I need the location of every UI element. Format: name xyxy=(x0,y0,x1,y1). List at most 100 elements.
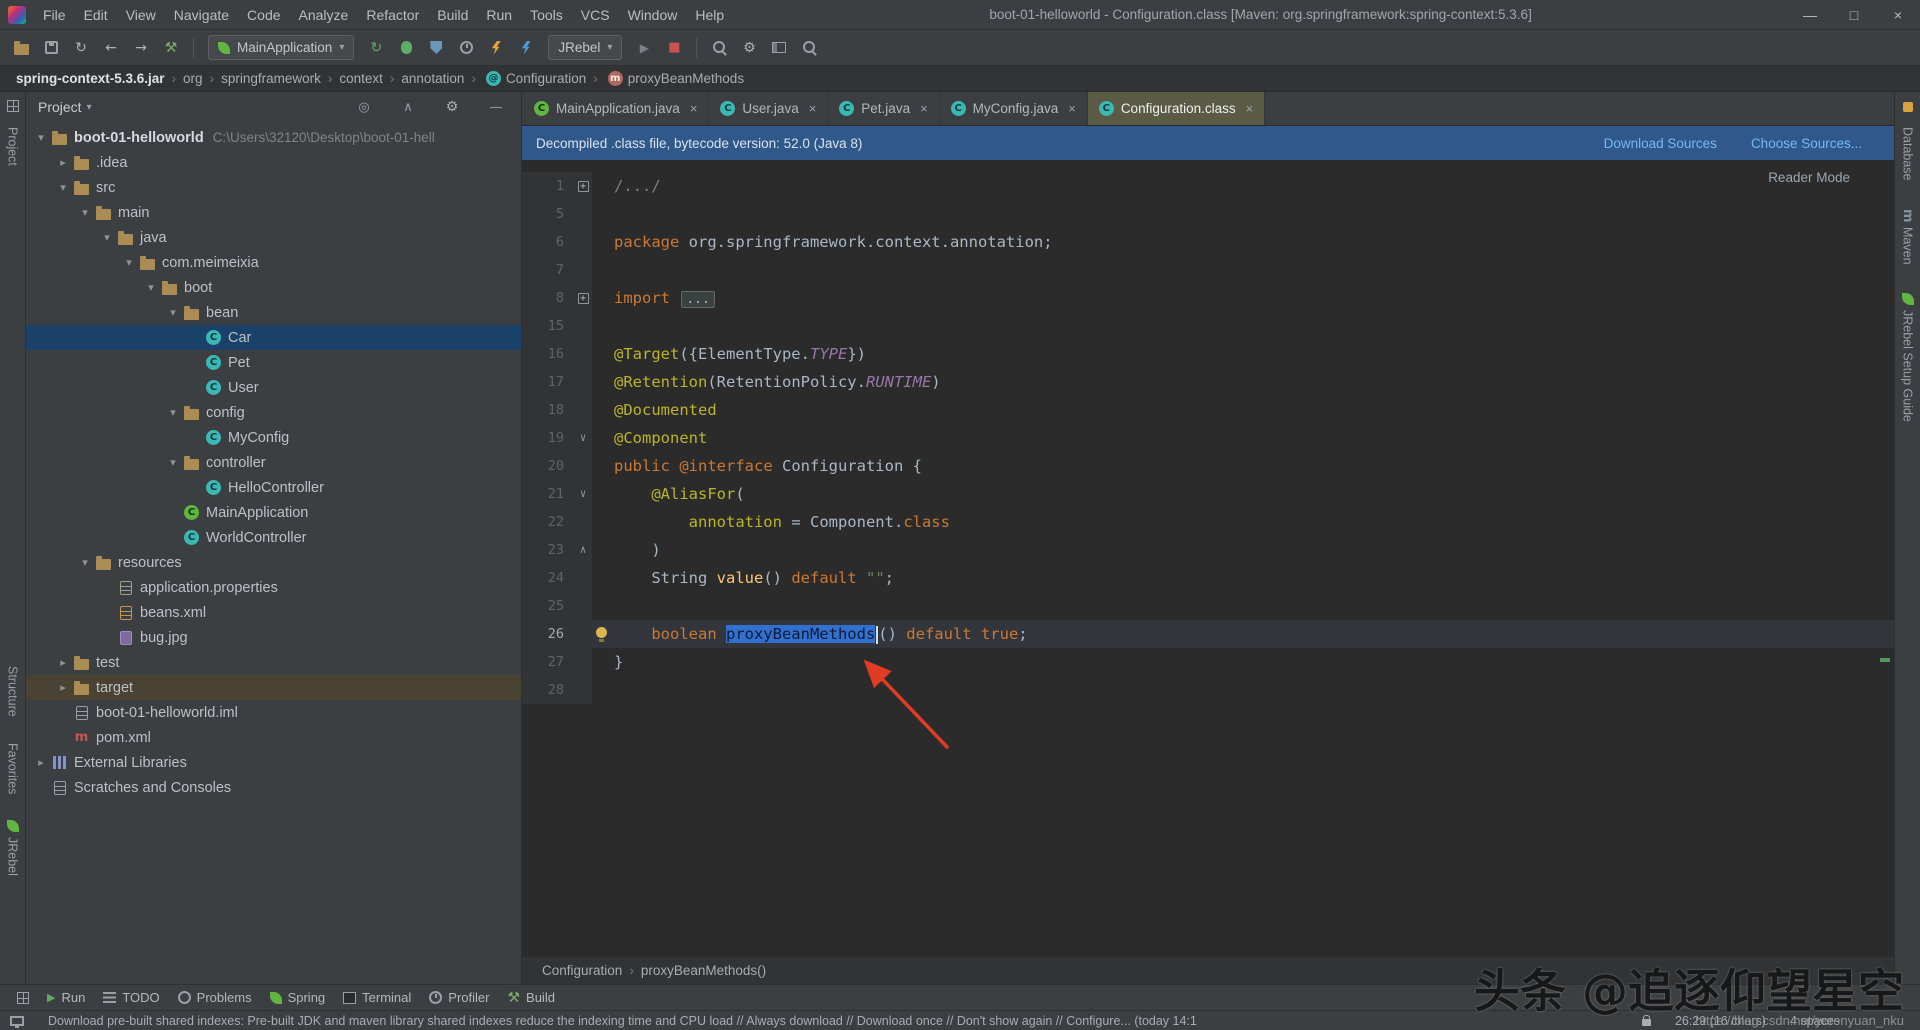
tree-item-main[interactable]: ▾ main xyxy=(26,200,521,225)
chevron-right-icon[interactable]: ▸ xyxy=(32,756,50,769)
line-number[interactable]: 28 xyxy=(522,676,574,704)
tree-item-myconfig[interactable]: C MyConfig xyxy=(26,425,521,450)
wrench-button[interactable]: ⚙ xyxy=(735,35,763,61)
tree-item-src[interactable]: ▾ src xyxy=(26,175,521,200)
chevron-down-icon[interactable]: ▾ xyxy=(32,131,50,144)
tree-item-bean[interactable]: ▾ bean xyxy=(26,300,521,325)
chevron-down-icon[interactable]: ▾ xyxy=(164,456,182,469)
chevron-down-icon[interactable]: ▾ xyxy=(142,281,160,294)
tree-item-boot-01-helloworld[interactable]: ▾ boot-01-helloworld C:\Users\32120\Deskto… xyxy=(26,125,521,150)
events-button[interactable] xyxy=(1902,99,1913,117)
intention-bulb-icon[interactable] xyxy=(596,627,607,642)
collapse-button[interactable]: ∧ xyxy=(394,94,422,120)
line-number[interactable]: 1 xyxy=(522,172,574,200)
fold-marker[interactable]: ∧ xyxy=(574,536,592,564)
reader-mode-link[interactable]: Reader Mode xyxy=(1768,170,1850,185)
tree-item-scratches-and-consoles[interactable]: Scratches and Consoles xyxy=(26,775,521,800)
search-button[interactable] xyxy=(795,35,823,61)
tool-window-switcher-button[interactable] xyxy=(8,985,38,1010)
fold-marker[interactable]: ∨ xyxy=(574,424,592,452)
jrebel-combo[interactable]: JRebel ▾ xyxy=(548,35,623,60)
settings-button[interactable]: ⚙ xyxy=(438,94,466,120)
coverage-button[interactable] xyxy=(422,35,450,61)
tree-item-com-meimeixia[interactable]: ▾ com.meimeixia xyxy=(26,250,521,275)
breadcrumb-item-spring-context-5-3-6-jar[interactable]: spring-context-5.3.6.jar xyxy=(14,71,167,86)
event-log-icon[interactable] xyxy=(10,1015,24,1028)
line-number[interactable]: 17 xyxy=(522,368,574,396)
stripe-tab-structure[interactable]: Structure xyxy=(6,666,20,717)
minimize-button[interactable]: — xyxy=(1788,0,1832,29)
line-number[interactable]: 23 xyxy=(522,536,574,564)
tree-item-test[interactable]: ▸ test xyxy=(26,650,521,675)
stripe-tab-jrebel-setup-guide[interactable]: JRebel Setup Guide xyxy=(1901,292,1915,421)
tool-run[interactable]: ▶ Run xyxy=(38,985,94,1010)
menu-window[interactable]: Window xyxy=(619,0,687,30)
fold-marker[interactable]: + xyxy=(574,284,592,312)
fold-marker[interactable]: ∨ xyxy=(574,480,592,508)
line-number[interactable]: 22 xyxy=(522,508,574,536)
tree-item-application-properties[interactable]: application.properties xyxy=(26,575,521,600)
tree-item-resources[interactable]: ▾ resources xyxy=(26,550,521,575)
menu-help[interactable]: Help xyxy=(686,0,733,30)
tree-item-target[interactable]: ▸ target xyxy=(26,675,521,700)
stripe-tab-project[interactable]: Project xyxy=(6,127,20,166)
line-number[interactable]: 16 xyxy=(522,340,574,368)
open-project-button[interactable] xyxy=(7,35,35,61)
line-number[interactable]: 6 xyxy=(522,228,574,256)
jrebel-run-button[interactable] xyxy=(482,35,510,61)
code-editor[interactable]: 1 +/.../5 6 package org.springframework.con… xyxy=(522,160,1894,956)
line-number[interactable]: 27 xyxy=(522,648,574,676)
close-button[interactable]: × xyxy=(1876,0,1920,29)
editor-breadcrumb-proxybeanmethods[interactable]: proxyBeanMethods() xyxy=(639,963,768,978)
tab-user-java[interactable]: C User.java × xyxy=(709,92,829,125)
tool-terminal[interactable]: Terminal xyxy=(334,985,420,1010)
debug-button[interactable] xyxy=(392,35,420,61)
tab-mainapplication-java[interactable]: C MainApplication.java × xyxy=(523,92,710,125)
tree-item-beans-xml[interactable]: beans.xml xyxy=(26,600,521,625)
line-number[interactable]: 19 xyxy=(522,424,574,452)
breadcrumb-item-annotation[interactable]: annotation xyxy=(399,71,466,86)
tool-todo[interactable]: TODO xyxy=(94,985,168,1010)
menu-tools[interactable]: Tools xyxy=(521,0,572,30)
find-button[interactable] xyxy=(705,35,733,61)
menu-vcs[interactable]: VCS xyxy=(572,0,619,30)
locate-button[interactable]: ◎ xyxy=(350,94,378,120)
jrebel-debug-button[interactable] xyxy=(512,35,540,61)
tree-item-hellocontroller[interactable]: C HelloController xyxy=(26,475,521,500)
breadcrumb-item-org[interactable]: org xyxy=(181,71,205,86)
close-icon[interactable]: × xyxy=(920,101,928,116)
menu-refactor[interactable]: Refactor xyxy=(357,0,428,30)
tool-spring[interactable]: Spring xyxy=(261,985,335,1010)
project-view-selector[interactable]: Project ▾ xyxy=(38,99,92,115)
maximize-button[interactable]: □ xyxy=(1832,0,1876,29)
breadcrumb-item-proxybeanmethods[interactable]: proxyBeanMethods xyxy=(626,71,746,86)
chevron-right-icon[interactable]: ▸ xyxy=(54,656,72,669)
chevron-down-icon[interactable]: ▾ xyxy=(76,556,94,569)
line-number[interactable]: 8 xyxy=(522,284,574,312)
sync-button[interactable]: ↻ xyxy=(67,35,95,61)
chevron-down-icon[interactable]: ▾ xyxy=(54,181,72,194)
run-muted-button[interactable]: ▶ xyxy=(630,35,658,61)
menu-edit[interactable]: Edit xyxy=(75,0,117,30)
tree-item-idea[interactable]: ▸ .idea xyxy=(26,150,521,175)
menu-navigate[interactable]: Navigate xyxy=(165,0,238,30)
tab-myconfig-java[interactable]: C MyConfig.java × xyxy=(940,92,1088,125)
banner-link-choose-sources[interactable]: Choose Sources... xyxy=(1751,136,1862,151)
tree-item-external-libraries[interactable]: ▸ External Libraries xyxy=(26,750,521,775)
caret-position[interactable]: 26:29 (16 chars) xyxy=(1675,1014,1766,1028)
chevron-right-icon[interactable]: ▸ xyxy=(54,156,72,169)
tree-item-controller[interactable]: ▾ controller xyxy=(26,450,521,475)
tree-item-boot[interactable]: ▾ boot xyxy=(26,275,521,300)
rerun-button[interactable]: ↻ xyxy=(362,35,390,61)
build-button[interactable]: ⚒ xyxy=(157,35,185,61)
menu-run[interactable]: Run xyxy=(477,0,521,30)
tool-window-switcher-button[interactable] xyxy=(6,99,19,117)
run-configuration-combo[interactable]: MainApplication ▾ xyxy=(208,35,355,60)
breadcrumb-item-configuration[interactable]: Configuration xyxy=(504,71,588,86)
back-button[interactable]: ← xyxy=(97,35,125,61)
stripe-tab-maven[interactable]: m Maven xyxy=(1900,209,1915,265)
line-number[interactable]: 26 xyxy=(522,620,574,648)
layout-button[interactable] xyxy=(765,35,793,61)
tree-item-boot-01-helloworld-iml[interactable]: boot-01-helloworld.iml xyxy=(26,700,521,725)
menu-file[interactable]: File xyxy=(34,0,75,30)
